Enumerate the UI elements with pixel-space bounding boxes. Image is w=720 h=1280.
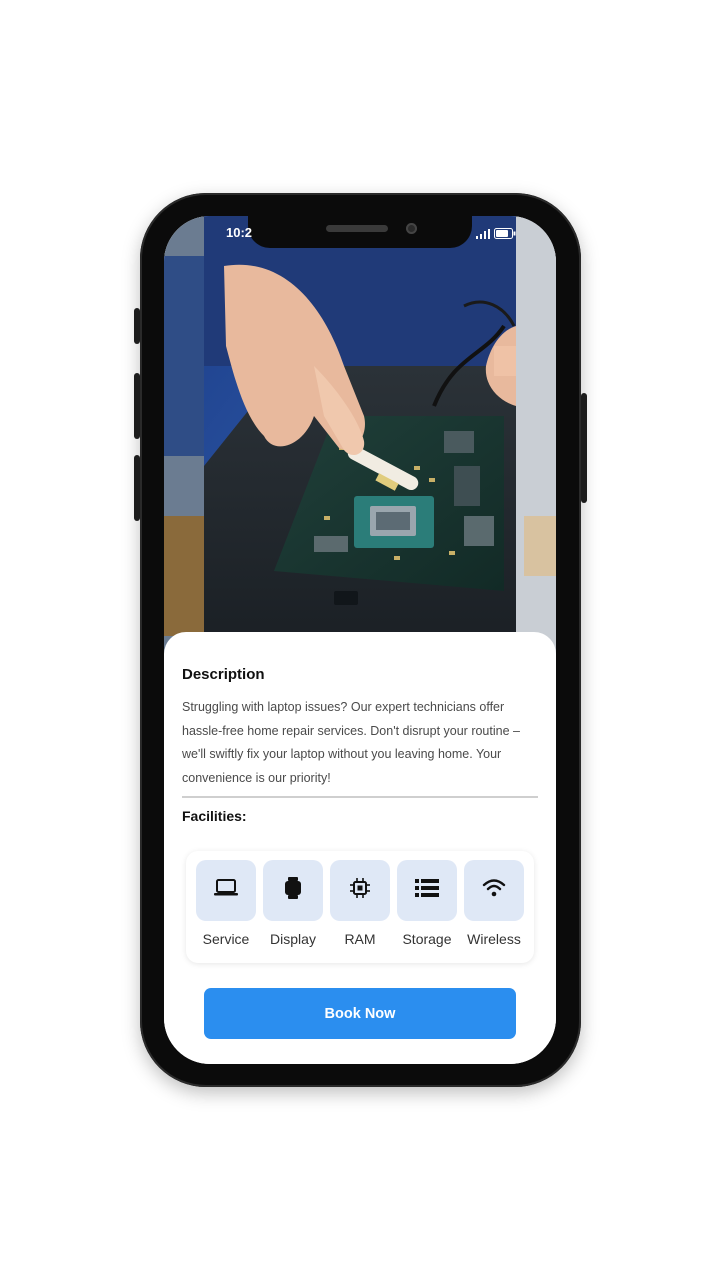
facility-display[interactable]: Display: [263, 860, 323, 963]
facility-label: Service: [202, 931, 250, 947]
facility-label: Wireless: [467, 931, 521, 947]
section-divider: [182, 796, 538, 798]
status-time: 10:2: [226, 225, 253, 240]
facility-service[interactable]: Service: [196, 860, 256, 963]
signal-icon: [476, 226, 490, 244]
facility-storage[interactable]: Storage: [397, 860, 457, 963]
battery-icon: [494, 226, 516, 244]
book-now-button[interactable]: Book Now: [204, 988, 516, 1039]
facilities-title: Facilities:: [182, 808, 247, 824]
description-text: Struggling with laptop issues? Our exper…: [182, 700, 520, 785]
facility-icon-tile: [196, 860, 256, 921]
speaker-grille: [326, 225, 388, 232]
laptop-icon: [213, 878, 239, 903]
app-screen: 10:2 Description Struggling with laptop …: [164, 216, 556, 1064]
facility-icon-tile: [464, 860, 524, 921]
facility-icon-tile: [330, 860, 390, 921]
front-camera: [406, 223, 417, 234]
facility-label: Storage: [402, 931, 452, 947]
wifi-icon: [482, 878, 506, 903]
facility-label: Display: [270, 931, 316, 947]
hero-image: [164, 216, 556, 656]
storage-icon: [415, 878, 439, 903]
phone-side-button: [134, 308, 140, 344]
status-icons: [476, 226, 516, 244]
display-icon: [284, 876, 302, 905]
chip-icon: [349, 877, 371, 904]
description-title: Description: [182, 666, 265, 683]
facility-icon-tile: [397, 860, 457, 921]
facility-wireless[interactable]: Wireless: [464, 860, 524, 963]
phone-notch: [248, 216, 472, 248]
phone-side-button: [134, 455, 140, 521]
facilities-card: Service Display RAM Storage Wireless: [186, 851, 534, 963]
facility-icon-tile: [263, 860, 323, 921]
facility-label: RAM: [344, 931, 376, 947]
facility-ram[interactable]: RAM: [330, 860, 390, 963]
phone-side-button: [581, 393, 587, 503]
phone-side-button: [134, 373, 140, 439]
